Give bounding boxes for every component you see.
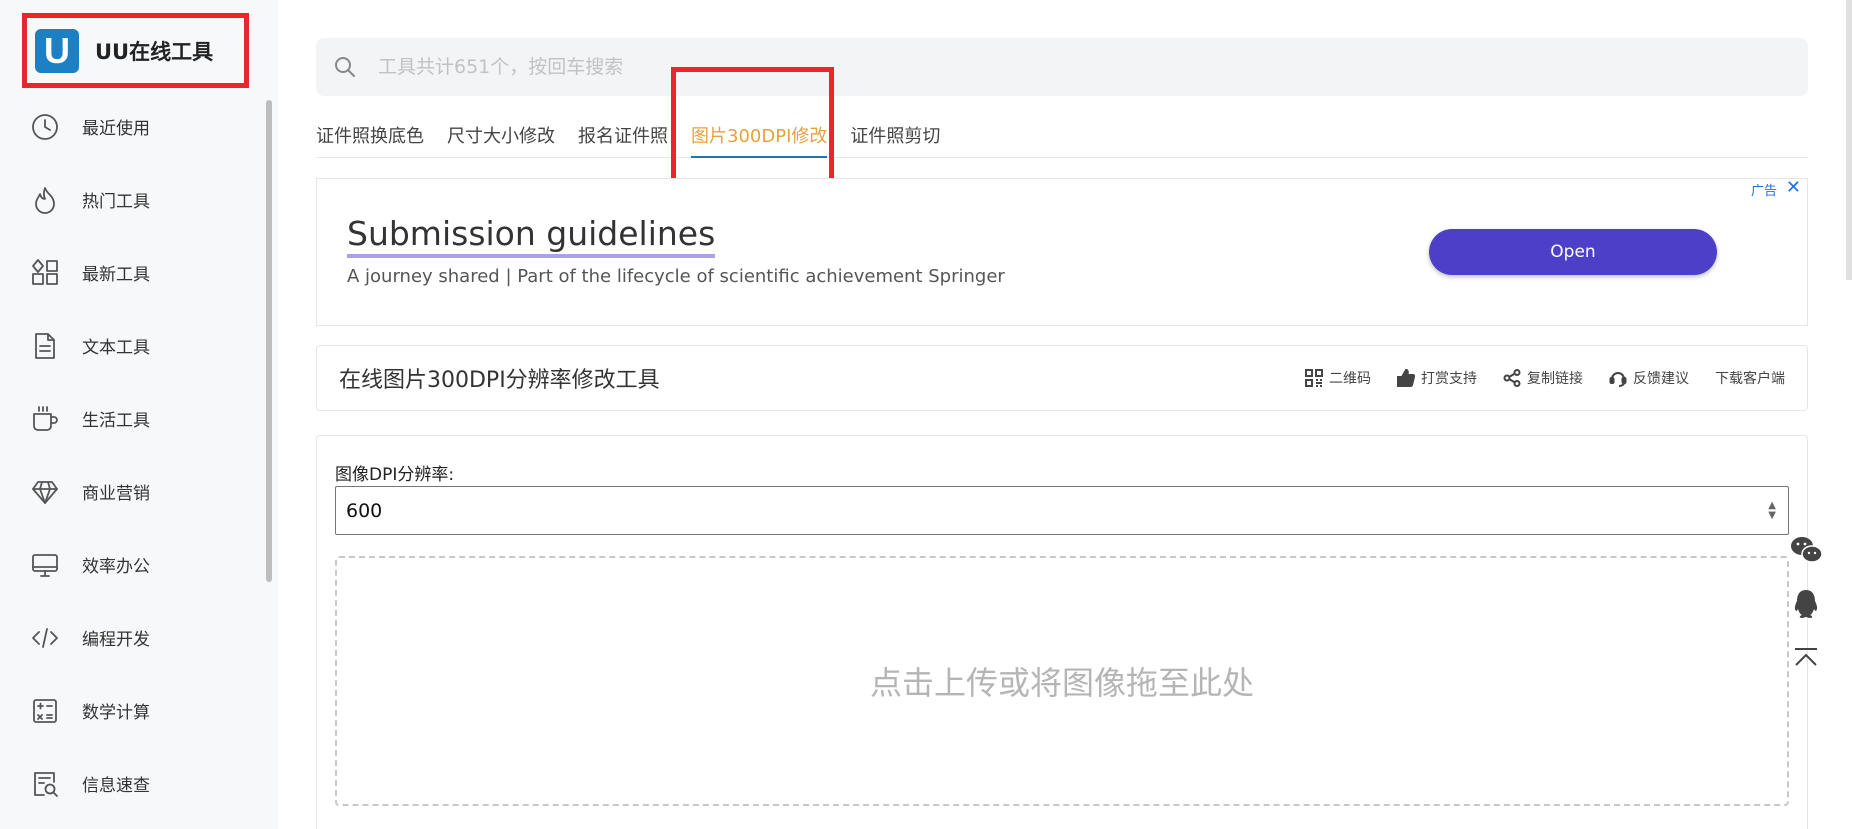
flame-icon [29, 184, 61, 216]
sidebar-item-label: 效率办公 [82, 557, 150, 577]
page-scrollbar[interactable] [1846, 0, 1852, 280]
monitor-icon [29, 549, 61, 581]
chevron-up-icon[interactable]: ▲ [1768, 500, 1776, 511]
number-stepper[interactable]: ▲ ▼ [1768, 500, 1776, 521]
grid-icon [29, 257, 61, 289]
diamond-icon [29, 476, 61, 508]
ad-open-button[interactable]: Open [1429, 229, 1717, 275]
sidebar-item-label: 数学计算 [82, 703, 150, 723]
sidebar-item-new[interactable]: 最新工具 [0, 236, 262, 309]
sidebar-item-info[interactable]: 信息速查 [0, 747, 262, 820]
ad-banner[interactable]: 广告 ✕ Submission guidelines A journey sha… [316, 177, 1808, 326]
chevron-down-icon[interactable]: ▼ [1768, 510, 1776, 521]
qrcode-button[interactable]: 二维码 [1305, 368, 1371, 388]
sidebar-item-label: 最近使用 [82, 119, 150, 139]
tool-actions: 二维码 打赏支持 复制链接 反馈建议 下载客户端 [1279, 368, 1785, 388]
back-to-top-icon[interactable] [1786, 638, 1826, 678]
drop-zone-text: 点击上传或将图像拖至此处 [869, 664, 1254, 702]
sidebar-item-label: 最新工具 [82, 265, 150, 285]
download-client-label: 下载客户端 [1715, 371, 1785, 387]
sidebar-item-label: 文本工具 [82, 338, 150, 358]
dpi-label: 图像DPI分辨率: [335, 465, 455, 485]
wechat-icon[interactable] [1786, 530, 1826, 570]
sidebar-item-label: 编程开发 [82, 630, 150, 650]
search-bar [316, 38, 1808, 96]
tab-300dpi-modify[interactable]: 图片300DPI修改 [691, 116, 828, 158]
dpi-input-wrapper: ▲ ▼ [335, 486, 1789, 535]
sidebar-item-text[interactable]: 文本工具 [0, 309, 262, 382]
copy-link-button[interactable]: 复制链接 [1503, 368, 1583, 388]
tab-id-photo-crop[interactable]: 证件照剪切 [850, 116, 940, 158]
ad-tag[interactable]: 广告 [1751, 180, 1777, 199]
document-icon [29, 330, 61, 362]
cup-icon [29, 403, 61, 435]
tab-size-modify[interactable]: 尺寸大小修改 [447, 116, 555, 158]
sidebar-item-hot[interactable]: 热门工具 [0, 163, 262, 236]
search-icon[interactable] [332, 54, 358, 80]
sidebar-item-label: 商业营销 [82, 484, 150, 504]
tool-panel: 图像DPI分辨率: ▲ ▼ 点击上传或将图像拖至此处 [316, 435, 1808, 829]
feedback-label: 反馈建议 [1633, 371, 1689, 387]
tab-registration-photo[interactable]: 报名证件照 [578, 116, 668, 158]
copy-link-label: 复制链接 [1527, 371, 1583, 387]
sidebar-scrollbar[interactable] [266, 100, 272, 582]
sidebar-item-label: 信息速查 [82, 776, 150, 796]
sidebar-item-dev[interactable]: 编程开发 [0, 601, 262, 674]
sidebar-item-office[interactable]: 效率办公 [0, 528, 262, 601]
feedback-icon [1609, 372, 1627, 387]
close-icon[interactable]: ✕ [1786, 177, 1801, 198]
logo-text: UU在线工具 [95, 39, 214, 64]
qrcode-icon [1305, 369, 1323, 387]
feedback-button[interactable]: 反馈建议 [1609, 368, 1689, 388]
sidebar: U UU在线工具 最近使用 热门工具 最新工具 文本工具 生活工具 商业营销 效… [0, 0, 278, 829]
qrcode-label: 二维码 [1329, 371, 1371, 387]
dpi-input[interactable] [346, 499, 1726, 522]
tab-id-photo-background[interactable]: 证件照换底色 [316, 116, 424, 158]
page-title: 在线图片300DPI分辨率修改工具 [339, 368, 660, 393]
ad-title[interactable]: Submission guidelines [347, 215, 716, 258]
search-input[interactable] [378, 56, 1678, 78]
ad-subtitle: A journey shared | Part of the lifecycle… [347, 266, 1005, 287]
sidebar-item-recent[interactable]: 最近使用 [0, 90, 262, 163]
sidebar-nav: 最近使用 热门工具 最新工具 文本工具 生活工具 商业营销 效率办公 编程开发 … [0, 90, 262, 820]
sidebar-item-math[interactable]: 数学计算 [0, 674, 262, 747]
share-icon [1503, 369, 1521, 387]
search-doc-icon [29, 768, 61, 800]
sidebar-item-life[interactable]: 生活工具 [0, 382, 262, 455]
tool-tabs: 证件照换底色 尺寸大小修改 报名证件照 图片300DPI修改 证件照剪切 [316, 116, 1808, 158]
code-icon [29, 622, 61, 654]
upload-drop-zone[interactable]: 点击上传或将图像拖至此处 [335, 556, 1789, 806]
logo-icon: U [35, 28, 79, 73]
floating-toolbar [1786, 530, 1826, 692]
sidebar-item-label: 热门工具 [82, 192, 150, 212]
qq-icon[interactable] [1786, 584, 1826, 624]
sidebar-item-business[interactable]: 商业营销 [0, 455, 262, 528]
tip-support-label: 打赏支持 [1421, 371, 1477, 387]
tip-support-button[interactable]: 打赏支持 [1397, 368, 1477, 388]
thumbs-up-icon [1397, 369, 1415, 387]
calculator-icon [29, 695, 61, 727]
clock-icon [29, 111, 61, 143]
tool-header: 在线图片300DPI分辨率修改工具 二维码 打赏支持 复制链接 反馈建议 下载客… [316, 345, 1808, 411]
download-client-button[interactable]: 下载客户端 [1715, 368, 1785, 388]
logo-highlight-box[interactable]: U UU在线工具 [22, 13, 249, 88]
sidebar-item-label: 生活工具 [82, 411, 150, 431]
